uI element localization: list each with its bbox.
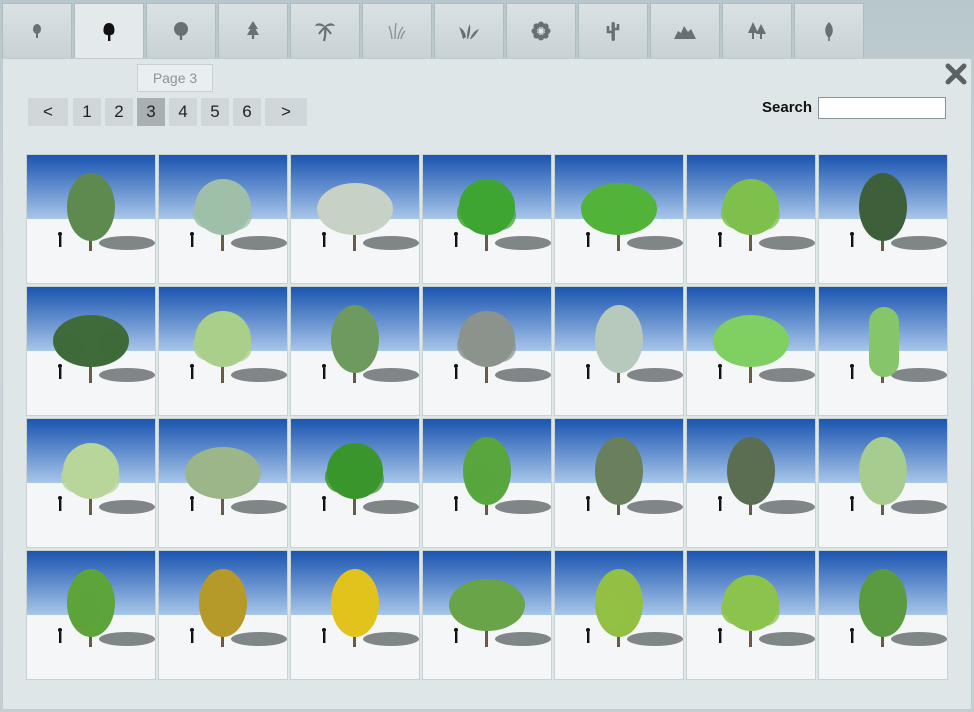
tree-preview-image — [423, 419, 551, 547]
tree-thumbnail[interactable] — [687, 287, 815, 415]
page-button-5[interactable]: 5 — [201, 98, 229, 126]
tab-palm-tree[interactable] — [290, 3, 360, 58]
tree-thumbnail[interactable] — [687, 155, 815, 283]
tree-preview-image — [27, 419, 155, 547]
leaf-icon — [825, 22, 833, 41]
tree-preview-image — [159, 155, 287, 283]
page-button-1[interactable]: 1 — [73, 98, 101, 126]
tree-thumbnail[interactable] — [159, 419, 287, 547]
tree-thumbnail[interactable] — [291, 419, 419, 547]
tree-thumbnail[interactable] — [687, 551, 815, 679]
tab-round-tree[interactable] — [146, 3, 216, 58]
search-label: Search — [762, 99, 813, 116]
tree-preview-image — [687, 551, 815, 679]
tree-thumbnail[interactable] — [819, 551, 947, 679]
tree-preview-image — [819, 287, 947, 415]
category-tab-bar — [0, 0, 974, 60]
tab-cactus[interactable] — [578, 3, 648, 58]
tree-thumbnail[interactable] — [159, 287, 287, 415]
grass-icon — [388, 22, 406, 40]
tab-small-tree[interactable] — [2, 3, 72, 58]
palm-tree-icon — [315, 23, 335, 42]
shrub-icon — [459, 24, 479, 39]
next-page-button[interactable]: > — [265, 98, 307, 126]
close-button[interactable] — [943, 61, 969, 87]
tab-grass[interactable] — [362, 3, 432, 58]
thumbnail-grid — [27, 155, 947, 679]
tree-thumbnail[interactable] — [27, 155, 155, 283]
tree-preview-image — [687, 155, 815, 283]
broadleaf-tree-icon — [103, 23, 115, 41]
tree-preview-image — [423, 287, 551, 415]
tree-thumbnail[interactable] — [555, 287, 683, 415]
page-button-4[interactable]: 4 — [169, 98, 197, 126]
cactus-icon — [606, 22, 620, 41]
tab-shrub[interactable] — [434, 3, 504, 58]
tree-preview-image — [555, 419, 683, 547]
small-tree-icon — [33, 24, 41, 38]
tree-thumbnail[interactable] — [423, 287, 551, 415]
tree-preview-image — [291, 287, 419, 415]
tree-preview-image — [555, 287, 683, 415]
tree-preview-image — [819, 155, 947, 283]
tree-preview-image — [159, 419, 287, 547]
tab-flower[interactable] — [506, 3, 576, 58]
tree-preview-image — [159, 287, 287, 415]
tree-thumbnail[interactable] — [555, 551, 683, 679]
tree-preview-image — [423, 155, 551, 283]
tab-leaf[interactable] — [794, 3, 864, 58]
tree-thumbnail[interactable] — [423, 551, 551, 679]
tree-preview-image — [291, 419, 419, 547]
search-input[interactable] — [818, 97, 946, 119]
tree-thumbnail[interactable] — [423, 155, 551, 283]
tree-preview-image — [291, 551, 419, 679]
tree-preview-image — [159, 551, 287, 679]
prev-page-button[interactable]: < — [28, 98, 68, 126]
tree-thumbnail[interactable] — [819, 287, 947, 415]
tree-preview-image — [687, 287, 815, 415]
tree-thumbnail[interactable] — [555, 419, 683, 547]
tree-preview-image — [555, 155, 683, 283]
tree-thumbnail[interactable] — [27, 287, 155, 415]
tab-broadleaf-tree[interactable] — [74, 3, 144, 60]
tree-thumbnail[interactable] — [291, 287, 419, 415]
tree-preview-image — [555, 551, 683, 679]
tree-thumbnail[interactable] — [27, 551, 155, 679]
tree-preview-image — [27, 551, 155, 679]
tree-thumbnail[interactable] — [555, 155, 683, 283]
forest-icon — [748, 22, 766, 39]
tree-thumbnail[interactable] — [687, 419, 815, 547]
tree-thumbnail[interactable] — [819, 155, 947, 283]
close-icon — [945, 63, 967, 85]
tree-preview-image — [819, 551, 947, 679]
tree-preview-image — [687, 419, 815, 547]
tree-preview-image — [27, 287, 155, 415]
tab-forest[interactable] — [722, 3, 792, 58]
tree-preview-image — [291, 155, 419, 283]
conifer-icon — [247, 21, 259, 39]
tree-thumbnail[interactable] — [291, 155, 419, 283]
flower-icon — [531, 21, 551, 41]
tree-thumbnail[interactable] — [27, 419, 155, 547]
tree-thumbnail[interactable] — [819, 419, 947, 547]
tree-thumbnail[interactable] — [291, 551, 419, 679]
tree-preview-image — [819, 419, 947, 547]
rocks-icon — [674, 26, 696, 39]
page-button-2[interactable]: 2 — [105, 98, 133, 126]
tree-thumbnail[interactable] — [423, 419, 551, 547]
tree-preview-image — [423, 551, 551, 679]
tab-conifer[interactable] — [218, 3, 288, 58]
tab-rocks[interactable] — [650, 3, 720, 58]
page-button-3[interactable]: 3 — [137, 98, 165, 126]
tree-thumbnail[interactable] — [159, 551, 287, 679]
tree-thumbnail[interactable] — [159, 155, 287, 283]
page-tooltip: Page 3 — [137, 64, 213, 92]
page-button-6[interactable]: 6 — [233, 98, 261, 126]
tree-preview-image — [27, 155, 155, 283]
round-tree-icon — [174, 22, 188, 40]
